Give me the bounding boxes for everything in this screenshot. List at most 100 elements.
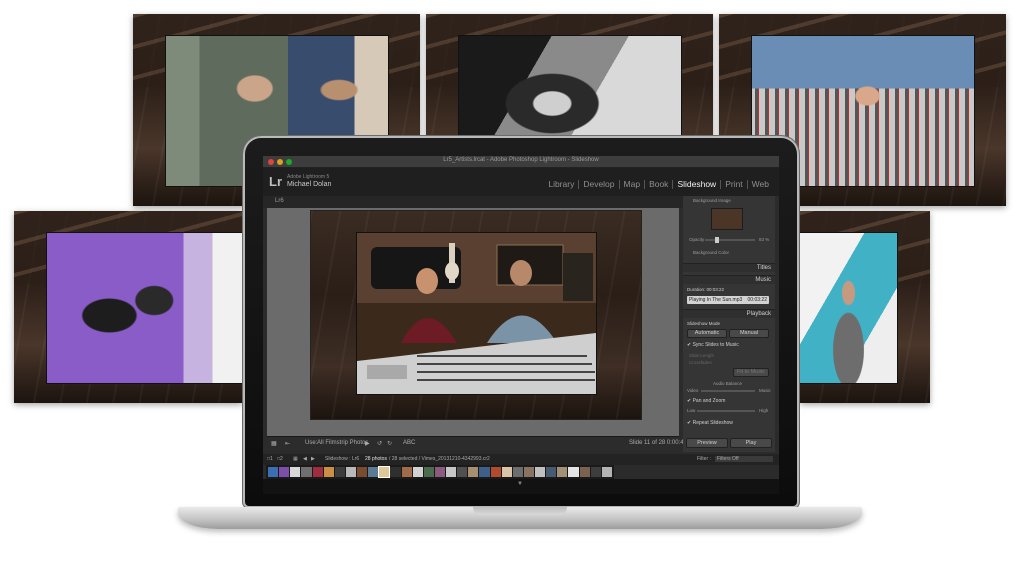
filmstrip-thumbnail[interactable] bbox=[334, 467, 345, 477]
filmstrip-thumbnail[interactable] bbox=[301, 467, 312, 477]
filmstrip-thumbnail[interactable] bbox=[368, 467, 379, 477]
module-library[interactable]: Library bbox=[544, 180, 578, 189]
module-web[interactable]: Web bbox=[746, 180, 773, 189]
filmstrip-thumbnail[interactable] bbox=[546, 467, 557, 477]
filmstrip-thumbnail[interactable] bbox=[479, 467, 490, 477]
add-text-button[interactable]: ABC bbox=[403, 440, 415, 446]
opacity-slider-thumb[interactable] bbox=[715, 237, 719, 243]
view-2-icon[interactable]: □2 bbox=[277, 456, 283, 462]
slide-preview-area bbox=[267, 208, 679, 436]
filmstrip-thumbnail[interactable] bbox=[457, 467, 468, 477]
filmstrip-thumbnail[interactable] bbox=[535, 467, 546, 477]
filmstrip-thumbnail[interactable] bbox=[390, 467, 401, 477]
audio-balance-slider[interactable] bbox=[701, 390, 755, 392]
filmstrip-thumbnail[interactable] bbox=[434, 467, 445, 477]
filmstrip-thumbnail[interactable] bbox=[601, 467, 612, 477]
filmstrip-header: □1 □2 ▦ ◀ ▶ Slideshow : Lr6 28 photos / … bbox=[263, 454, 779, 465]
fit-to-music-button[interactable]: Fit to Music bbox=[733, 368, 769, 377]
use-select[interactable]: All Filmstrip Photos bbox=[317, 440, 368, 446]
filter-label: Filter : bbox=[697, 456, 711, 462]
filmstrip-thumbnail[interactable] bbox=[523, 467, 534, 477]
pan-zoom-checkbox[interactable]: ✔ Pan and Zoom bbox=[687, 398, 725, 404]
right-panel: Background Image Opacity 83 % Background… bbox=[683, 196, 775, 452]
filmstrip-thumbnail[interactable] bbox=[279, 467, 290, 477]
play-icon[interactable]: ▶ bbox=[365, 440, 370, 447]
filmstrip-thumbnail[interactable] bbox=[423, 467, 434, 477]
photo-teal-portrait bbox=[800, 233, 897, 383]
filmstrip-thumbnail[interactable] bbox=[412, 467, 423, 477]
slide-card-teal-portrait bbox=[800, 211, 930, 403]
identity-name: Michael Dolan bbox=[287, 181, 332, 188]
filmstrip-source[interactable]: Slideshow : Lr6 bbox=[325, 456, 359, 462]
studio-musicians-illustration bbox=[357, 233, 596, 394]
selection-info: / 28 selected / Vimes_20131210-4342993.c… bbox=[389, 456, 490, 462]
pan-low-label: Low bbox=[687, 408, 696, 413]
forward-arrow-icon[interactable]: ▶ bbox=[311, 456, 315, 462]
audio-balance-label: Audio Balance bbox=[713, 381, 743, 386]
rotate-left-icon[interactable]: ↺ bbox=[377, 440, 382, 447]
rotate-right-icon[interactable]: ↻ bbox=[387, 440, 392, 447]
background-image-well[interactable] bbox=[711, 208, 743, 230]
filmstrip-thumbnail[interactable] bbox=[512, 467, 523, 477]
slideshow-mode-label: Slideshow Mode bbox=[687, 321, 721, 326]
module-print[interactable]: Print bbox=[720, 180, 746, 189]
crossfades-label: Crossfades bbox=[689, 360, 712, 365]
pan-high-label: High bbox=[759, 408, 769, 413]
identity-plate: Lr Adobe Lightroom 5 Michael Dolan Libra… bbox=[263, 168, 779, 196]
filter-select[interactable]: Filters Off bbox=[715, 456, 773, 462]
section-titles[interactable]: Titles bbox=[683, 263, 775, 272]
chevron-down-icon[interactable]: ▼ bbox=[517, 481, 523, 487]
opacity-slider[interactable] bbox=[705, 239, 755, 241]
view-1-icon[interactable]: □1 bbox=[267, 456, 273, 462]
content-header: Lr6 bbox=[263, 196, 683, 208]
module-map[interactable]: Map bbox=[618, 180, 645, 189]
filmstrip-thumbnail[interactable] bbox=[557, 467, 568, 477]
filmstrip-thumbnail[interactable] bbox=[579, 467, 590, 477]
section-playback[interactable]: Playback bbox=[683, 309, 775, 318]
module-slideshow[interactable]: Slideshow bbox=[672, 180, 720, 189]
play-button[interactable]: Play bbox=[730, 438, 772, 448]
sync-slides-checkbox[interactable]: ✔ Sync Slides to Music bbox=[687, 342, 739, 348]
video-label: Video bbox=[687, 388, 699, 393]
slide-preview[interactable] bbox=[311, 211, 641, 419]
background-color-label[interactable]: Background Color bbox=[693, 250, 729, 255]
filmstrip-thumbnail[interactable] bbox=[568, 467, 579, 477]
preview-button[interactable]: Preview bbox=[686, 438, 728, 448]
bottom-panel-toggle: ▼ bbox=[263, 479, 779, 494]
module-book[interactable]: Book bbox=[644, 180, 672, 189]
filmstrip-thumbnail[interactable] bbox=[501, 467, 512, 477]
slide-counter: Slide 11 of 28 0:00:45 bbox=[629, 440, 687, 446]
filmstrip-thumbnail[interactable] bbox=[446, 467, 457, 477]
slide-card-purple-duo bbox=[14, 211, 242, 403]
back-arrow-icon[interactable]: ◀ bbox=[303, 456, 307, 462]
filmstrip-thumbnail[interactable] bbox=[378, 466, 391, 478]
filmstrip[interactable] bbox=[266, 465, 614, 479]
filmstrip-thumbnail[interactable] bbox=[401, 467, 412, 477]
filmstrip-thumbnail[interactable] bbox=[323, 467, 334, 477]
pan-zoom-slider[interactable] bbox=[697, 410, 755, 412]
filmstrip-thumbnail[interactable] bbox=[468, 467, 479, 477]
section-music[interactable]: Music bbox=[683, 275, 775, 284]
rewind-icon[interactable]: ⇤ bbox=[285, 440, 290, 447]
filmstrip-thumbnail[interactable] bbox=[290, 467, 301, 477]
mode-manual-button[interactable]: Manual bbox=[729, 329, 769, 338]
repeat-slideshow-checkbox[interactable]: ✔ Repeat Slideshow bbox=[687, 420, 733, 426]
music-track-field[interactable]: Playing In The Sun.mp3 00:03:22 bbox=[687, 296, 769, 304]
grid-view-icon[interactable]: ▦ bbox=[293, 456, 298, 462]
slideshow-toolbar: ▦ ⇤ Use: All Filmstrip Photos ▶ ↺ ↻ ABC … bbox=[267, 436, 687, 450]
slide-length-label: Slide Length bbox=[689, 353, 715, 358]
backdrop-label: Background Image bbox=[693, 198, 731, 203]
filmstrip-thumbnail[interactable] bbox=[345, 467, 356, 477]
grid-icon[interactable]: ▦ bbox=[271, 440, 277, 447]
mode-automatic-button[interactable]: Automatic bbox=[687, 329, 727, 338]
duration-label: Duration: 00:03:22 bbox=[687, 287, 725, 292]
photo-studio-musicians bbox=[357, 233, 596, 394]
filmstrip-thumbnail[interactable] bbox=[312, 467, 323, 477]
filmstrip-thumbnail[interactable] bbox=[590, 467, 601, 477]
opacity-label: Opacity bbox=[689, 237, 705, 242]
module-develop[interactable]: Develop bbox=[578, 180, 618, 189]
filmstrip-thumbnail[interactable] bbox=[268, 467, 279, 477]
filmstrip-thumbnail[interactable] bbox=[490, 467, 501, 477]
lightroom-window: Lr5_Artists.lrcat - Adobe Photoshop Ligh… bbox=[263, 156, 779, 494]
filmstrip-thumbnail[interactable] bbox=[357, 467, 368, 477]
